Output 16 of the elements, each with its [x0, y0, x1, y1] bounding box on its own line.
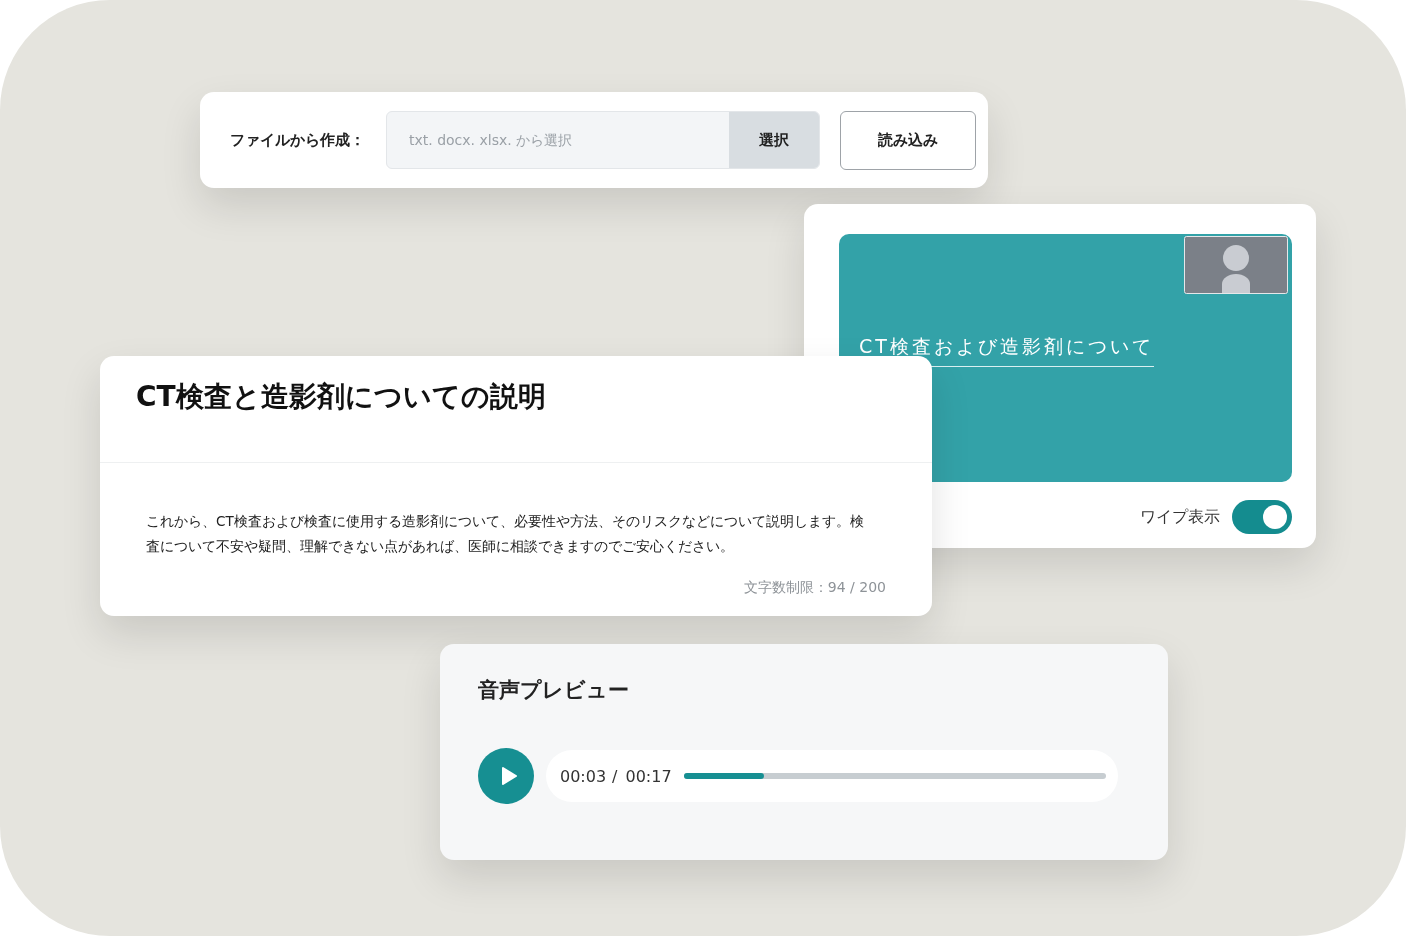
character-count: 文字数制限：94 / 200: [743, 579, 886, 597]
total-time: 00:17: [625, 766, 672, 786]
play-button[interactable]: [478, 748, 534, 804]
description-text: これから、CT検査および検査に使用する造影剤について、必要性や方法、そのリスクなどについて説明します。検査について不安や疑問、理解できない点があれば、医師に相談できますのでご安心ください。: [146, 512, 865, 556]
file-label: ファイルから作成：: [230, 130, 366, 150]
progress-track[interactable]: [683, 773, 1106, 779]
time-separator: /: [612, 766, 618, 786]
wipe-toggle[interactable]: [1232, 500, 1292, 534]
description-title: CT検査と造影剤についての説明: [136, 380, 546, 413]
wipe-label: ワイプ表示: [1140, 506, 1220, 528]
file-input-field[interactable]: txt. docx. xlsx. から選択 選択: [386, 111, 820, 169]
current-time: 00:03: [560, 766, 607, 786]
select-button[interactable]: 選択: [729, 112, 819, 168]
load-button[interactable]: 読み込み: [840, 110, 976, 170]
person-silhouette-icon: [1184, 236, 1288, 294]
audio-title: 音声プレビュー: [478, 677, 630, 704]
